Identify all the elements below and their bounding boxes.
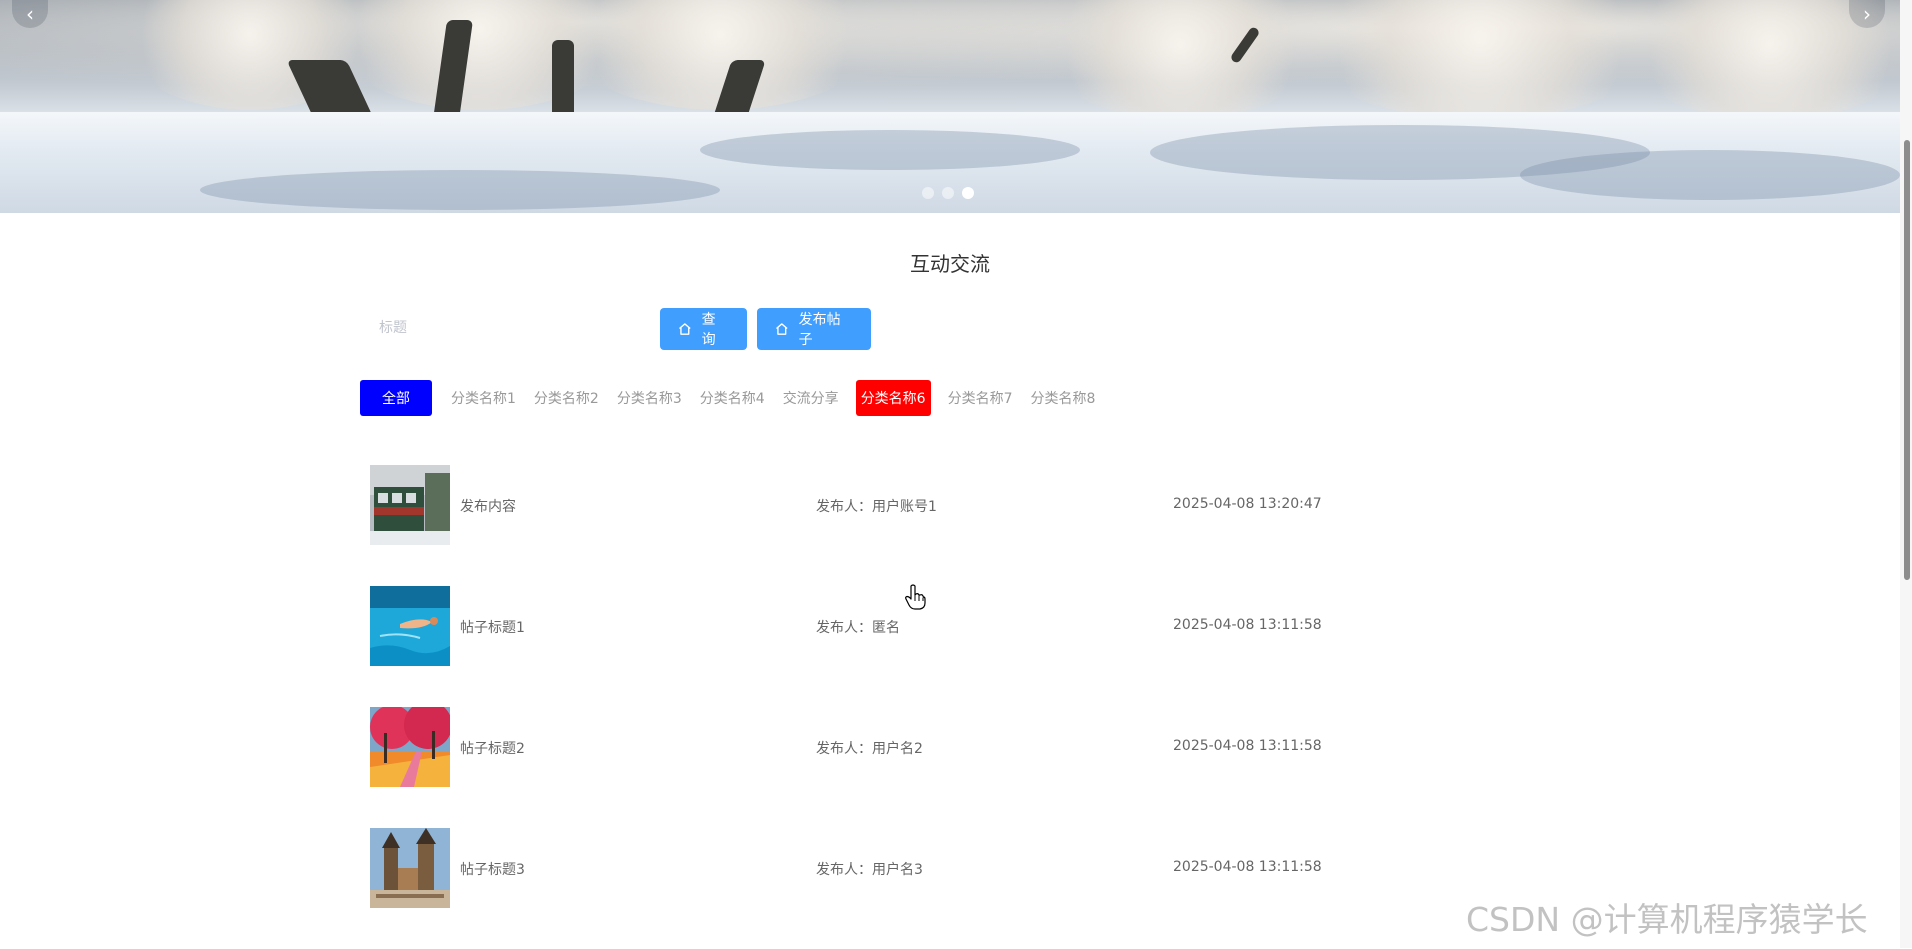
autumn-trees-image: [370, 707, 450, 787]
query-button[interactable]: 查询: [660, 308, 747, 350]
post-title[interactable]: 帖子标题3: [460, 859, 525, 879]
post-title[interactable]: 帖子标题1: [460, 617, 525, 637]
train-image: [370, 465, 450, 545]
title-search-input[interactable]: [371, 310, 641, 346]
post-author: 发布人：用户名2: [816, 738, 923, 758]
post-row[interactable]: 帖子标题3 发布人：用户名3 2025-04-08 13:11:58: [370, 828, 1370, 908]
tab-category-1[interactable]: 分类名称1: [442, 380, 525, 416]
carousel-indicator-2[interactable]: [942, 187, 954, 199]
tab-category-3[interactable]: 分类名称3: [608, 380, 691, 416]
tab-category-8[interactable]: 分类名称8: [1022, 380, 1105, 416]
carousel-indicators: [922, 187, 974, 199]
home-icon: [776, 323, 788, 335]
post-time: 2025-04-08 13:11:58: [1173, 738, 1322, 754]
post-title[interactable]: 帖子标题2: [460, 738, 525, 758]
chevron-left-icon: ‹: [26, 2, 34, 26]
post-author-label: 发布人：: [816, 620, 872, 636]
csdn-watermark: CSDN @计算机程序猿学长: [1466, 900, 1868, 939]
post-list: 发布内容 发布人：用户账号1 2025-04-08 13:20:47 帖子标题1…: [370, 465, 1370, 949]
query-button-label: 查询: [701, 312, 716, 348]
banner-snow-shadow: [200, 170, 720, 210]
banner-snow-shadow: [1520, 150, 1900, 200]
tab-category-2[interactable]: 分类名称2: [525, 380, 608, 416]
page-scrollbar-thumb[interactable]: [1904, 140, 1910, 580]
castle-image: [370, 828, 450, 908]
post-author-name: 用户账号1: [872, 499, 937, 515]
post-title[interactable]: 发布内容: [460, 496, 516, 516]
carousel-indicator-3[interactable]: [962, 187, 974, 199]
publish-post-button[interactable]: 发布帖子: [757, 308, 871, 350]
post-row[interactable]: 发布内容 发布人：用户账号1 2025-04-08 13:20:47: [370, 465, 1370, 545]
carousel-indicator-1[interactable]: [922, 187, 934, 199]
chevron-right-icon: ›: [1863, 2, 1871, 26]
section-title: 互动交流: [910, 252, 990, 276]
post-row[interactable]: 帖子标题1 发布人：匿名 2025-04-08 13:11:58: [370, 586, 1370, 666]
banner-snow-shadow: [700, 130, 1080, 170]
post-author: 发布人：匿名: [816, 617, 900, 637]
post-author: 发布人：用户账号1: [816, 496, 937, 516]
post-time: 2025-04-08 13:11:58: [1173, 617, 1322, 633]
post-time: 2025-04-08 13:11:58: [1173, 859, 1322, 875]
swimmer-image: [370, 586, 450, 666]
post-thumbnail-swimmer[interactable]: [370, 586, 450, 666]
post-thumbnail-castle[interactable]: [370, 828, 450, 908]
home-icon: [679, 323, 691, 335]
post-thumbnail-train[interactable]: [370, 465, 450, 545]
post-author-label: 发布人：: [816, 499, 872, 515]
category-tabs: 全部 分类名称1 分类名称2 分类名称3 分类名称4 交流分享 分类名称6 分类…: [360, 380, 1104, 416]
tab-share[interactable]: 交流分享: [774, 380, 848, 416]
tab-category-6[interactable]: 分类名称6: [855, 380, 931, 416]
post-time: 2025-04-08 13:20:47: [1173, 496, 1322, 512]
post-author-name: 匿名: [872, 620, 900, 636]
post-author: 发布人：用户名3: [816, 859, 923, 879]
post-author-label: 发布人：: [816, 862, 872, 878]
post-author-label: 发布人：: [816, 741, 872, 757]
publish-post-button-label: 发布帖子: [798, 312, 841, 348]
tab-category-7[interactable]: 分类名称7: [939, 380, 1022, 416]
tab-all[interactable]: 全部: [360, 380, 432, 416]
post-author-name: 用户名2: [872, 741, 923, 757]
post-thumbnail-autumn[interactable]: [370, 707, 450, 787]
banner-tree-trunk: [552, 40, 574, 122]
post-author-name: 用户名3: [872, 862, 923, 878]
post-row[interactable]: 帖子标题2 发布人：用户名2 2025-04-08 13:11:58: [370, 707, 1370, 787]
hand-pointer-icon: [905, 584, 926, 610]
banner-carousel: ‹ ›: [0, 0, 1900, 213]
tab-category-4[interactable]: 分类名称4: [691, 380, 774, 416]
